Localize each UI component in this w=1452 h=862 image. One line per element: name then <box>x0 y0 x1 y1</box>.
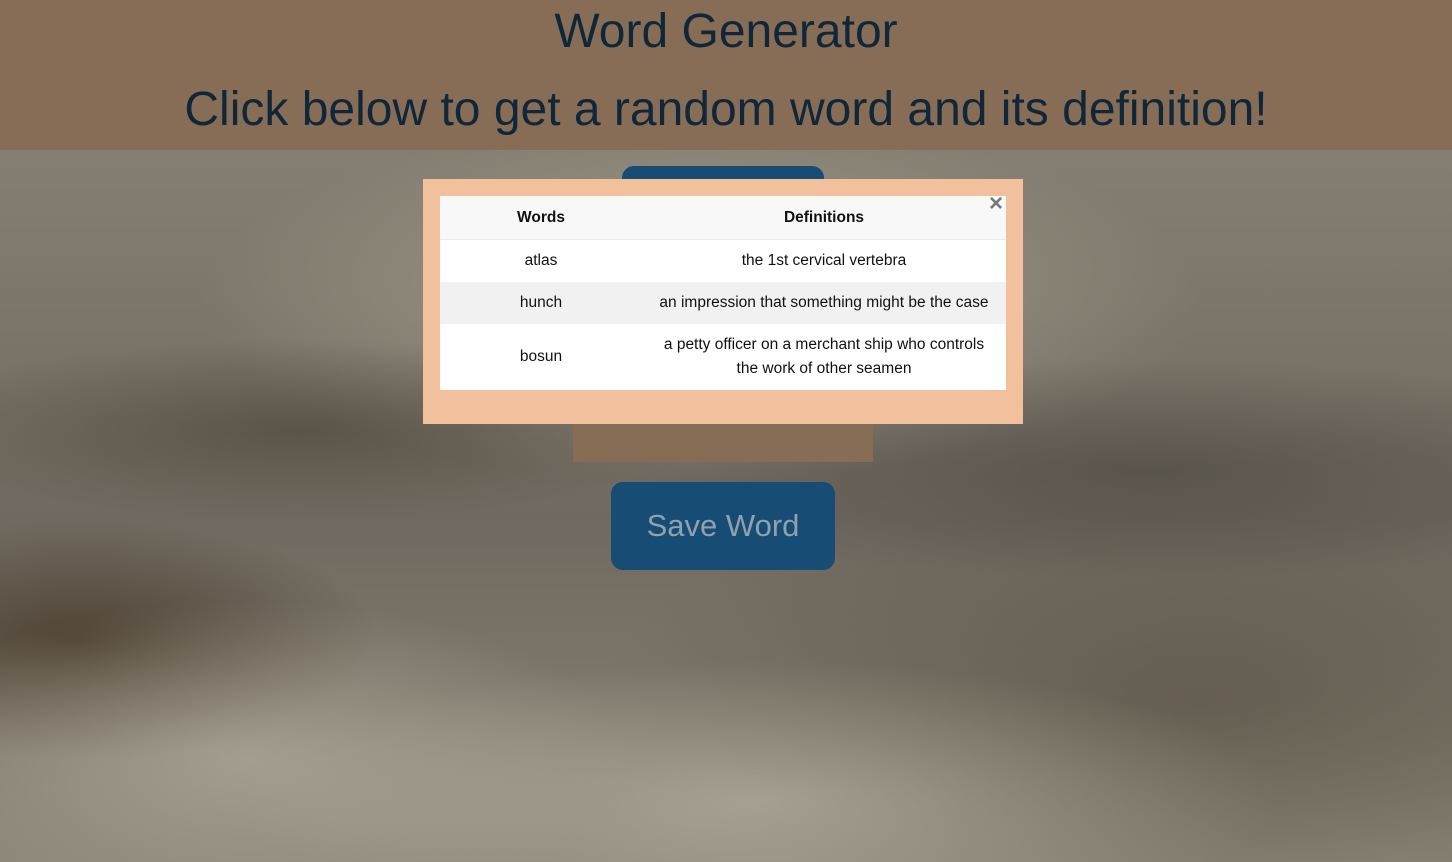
page: Word Generator Click below to get a rand… <box>0 0 1452 862</box>
table-header-row: Words Definitions <box>440 196 1006 240</box>
table-row: hunch an impression that something might… <box>440 282 1006 324</box>
definition-cell: a petty officer on a merchant ship who c… <box>663 336 985 377</box>
definition-cell: the 1st cervical vertebra <box>741 252 907 269</box>
close-icon[interactable]: × <box>984 191 1008 217</box>
word-cell: hunch <box>440 282 642 324</box>
column-header-definitions: Definitions <box>642 196 1006 240</box>
column-header-words: Words <box>440 196 642 240</box>
page-title: Word Generator <box>554 5 898 58</box>
save-word-button[interactable]: Save Word <box>611 482 835 570</box>
table-row: atlas the 1st cervical vertebra <box>440 240 1006 283</box>
word-cell: bosun <box>519 348 563 365</box>
saved-words-table: Words Definitions atlas the 1st cervical… <box>440 196 1006 390</box>
header-banner: Word Generator Click below to get a rand… <box>0 0 1452 150</box>
table-row: bosun a petty officer on a merchant ship… <box>440 324 1006 390</box>
word-cell: atlas <box>524 252 558 269</box>
page-subtitle: Click below to get a random word and its… <box>184 83 1268 136</box>
definition-cell: an impression that something might be th… <box>642 282 1006 324</box>
